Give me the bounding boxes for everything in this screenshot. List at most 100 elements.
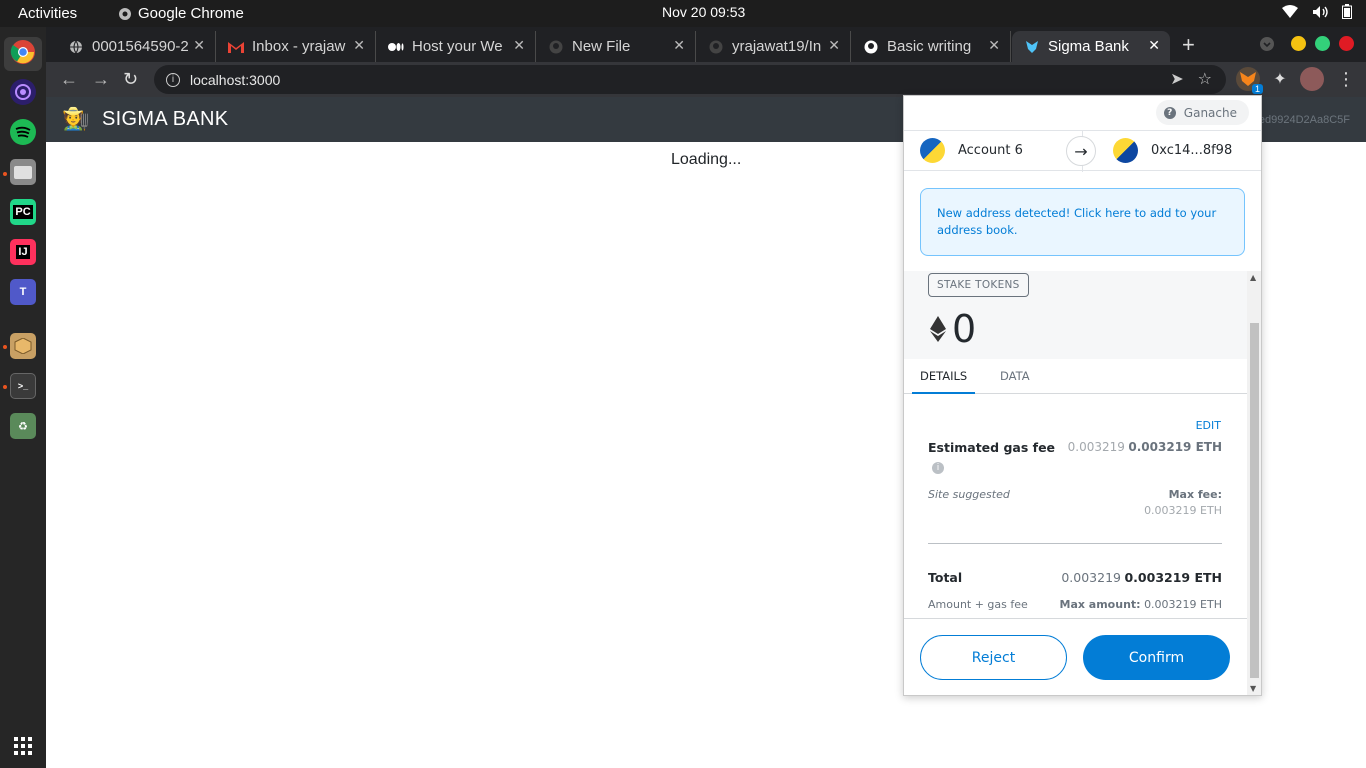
running-indicator (3, 345, 7, 349)
tab-data[interactable]: DATA (1000, 369, 1030, 383)
minimize-button[interactable] (1291, 36, 1306, 51)
tab-github-repo[interactable]: yrajawat19/In ✕ (696, 31, 851, 62)
metamask-icon (1024, 39, 1040, 55)
maximize-button[interactable] (1315, 36, 1330, 51)
close-icon[interactable]: ✕ (513, 37, 525, 54)
intellij-icon[interactable]: IJ (10, 239, 36, 265)
package-icon[interactable] (10, 333, 36, 359)
tab-basic-writing[interactable]: Basic writing ✕ (851, 31, 1011, 62)
help-icon: ? (1163, 106, 1176, 119)
popup-scrollbar[interactable]: ▲ ▼ (1247, 271, 1261, 695)
tab-new-file[interactable]: New File ✕ (536, 31, 696, 62)
forward-icon[interactable]: → (92, 69, 110, 90)
total-label: Total (928, 570, 963, 585)
pycharm-icon[interactable]: PC (10, 199, 36, 225)
spotify-icon[interactable] (10, 119, 36, 145)
running-indicator (3, 385, 7, 389)
detail-tabs: DETAILS DATA (904, 359, 1247, 394)
total-secondary: 0.003219 (1061, 570, 1121, 585)
tab-search-icon[interactable] (1260, 36, 1274, 51)
chrome-icon[interactable] (10, 39, 36, 65)
github-icon (548, 39, 564, 55)
reload-icon[interactable]: ↻ (123, 69, 138, 90)
new-address-alert[interactable]: New address detected! Click here to add … (920, 188, 1245, 256)
ubuntu-dock: PC IJ T >_ ♻ (0, 27, 46, 768)
github-icon (708, 39, 724, 55)
max-amount-label: Max amount: (1059, 598, 1141, 611)
activities-button[interactable]: Activities (18, 5, 77, 22)
tab-details[interactable]: DETAILS (912, 369, 976, 394)
close-icon[interactable]: ✕ (1148, 37, 1160, 54)
trash-icon[interactable]: ♻ (10, 413, 36, 439)
from-account[interactable]: Account 6 (958, 143, 1023, 158)
arrow-right-icon: → (1066, 136, 1096, 166)
metamask-popup: ? Ganache Account 6 → 0xc14...8f98 New a… (903, 95, 1262, 696)
max-fee-row: 0.003219 ETH (928, 504, 1222, 517)
scrollbar-thumb[interactable] (1250, 323, 1259, 678)
total-sub-row: Amount + gas fee Max amount: 0.003219 ET… (928, 598, 1222, 611)
close-icon[interactable]: ✕ (673, 37, 685, 54)
app-name: Google Chrome (138, 5, 244, 22)
back-icon[interactable]: ← (60, 69, 78, 90)
system-tray[interactable] (1282, 4, 1352, 19)
tab-title: yrajawat19/In (732, 38, 822, 55)
info-icon[interactable]: i (166, 72, 180, 87)
send-icon[interactable]: ➤ (1170, 69, 1183, 89)
scroll-down-icon[interactable]: ▼ (1250, 684, 1256, 693)
tab-title: Basic writing (887, 38, 972, 55)
bookmark-star-icon[interactable]: ☆ (1198, 69, 1212, 89)
site-brand[interactable]: SIGMA BANK (102, 108, 228, 131)
site-suggested-row: Site suggested Max fee: (928, 488, 1222, 501)
confirm-button[interactable]: Confirm (1083, 635, 1230, 680)
show-apps-icon[interactable] (10, 733, 36, 759)
method-badge: STAKE TOKENS (928, 273, 1029, 297)
gas-fee-label: Estimated gas fee (928, 440, 1056, 455)
close-icon[interactable]: ✕ (988, 37, 1000, 54)
ethereum-icon (930, 316, 946, 342)
amount-value: 0 (952, 307, 977, 351)
total-row: Total 0.003219 0.003219 ETH (928, 570, 1222, 585)
network-selector[interactable]: ? Ganache (1155, 100, 1249, 125)
extensions-puzzle-icon[interactable]: ✦ (1268, 67, 1292, 91)
tab-title: 0001564590-2 (92, 38, 189, 55)
tab-title: Host your We (412, 38, 503, 55)
tab-medium[interactable]: Host your We ✕ (376, 31, 536, 62)
metamask-extension-icon[interactable]: 1 (1236, 67, 1263, 94)
app-menu[interactable]: Google Chrome (118, 5, 244, 22)
clock[interactable]: Nov 20 09:53 (662, 4, 745, 20)
scroll-up-icon[interactable]: ▲ (1250, 273, 1256, 282)
extension-badge: 1 (1251, 84, 1263, 94)
account-address: 0ed9924D2Aa8C5F (1252, 114, 1350, 126)
max-amount: Max amount: 0.003219 ETH (1060, 598, 1223, 611)
system-top-bar: Activities Google Chrome Nov 20 09:53 (0, 0, 1366, 27)
reject-button[interactable]: Reject (920, 635, 1067, 680)
gmail-icon (228, 39, 244, 55)
address-bar[interactable]: i localhost:3000 ➤ ☆ (154, 65, 1226, 94)
total-primary: 0.003219 ETH (1124, 570, 1222, 585)
gas-fee-secondary: 0.003219 (1067, 440, 1125, 454)
new-tab-button[interactable]: + (1182, 32, 1195, 58)
gas-fee-row: Estimated gas fee 0.003219 0.003219 ETH (928, 440, 1222, 455)
tab-sec-filing[interactable]: 0001564590-2 ✕ (56, 31, 216, 62)
to-account[interactable]: 0xc14...8f98 (1151, 143, 1232, 158)
profile-avatar[interactable] (1300, 67, 1324, 91)
close-icon[interactable]: ✕ (353, 37, 365, 54)
browser-toolbar: ← → ↻ i localhost:3000 ➤ ☆ 1 ✦ ⋮ (46, 62, 1366, 97)
tab-strip: 0001564590-2 ✕ Inbox - yrajaw ✕ Host you… (46, 27, 1366, 62)
close-icon[interactable]: ✕ (193, 37, 205, 54)
gas-info-row: i (928, 460, 1222, 474)
kebab-menu-icon[interactable]: ⋮ (1334, 67, 1358, 91)
running-indicator (3, 172, 7, 176)
tab-sigma-bank[interactable]: Sigma Bank ✕ (1012, 31, 1170, 62)
close-window-button[interactable] (1339, 36, 1354, 51)
tor-browser-icon[interactable] (10, 79, 36, 105)
teams-icon[interactable]: T (10, 279, 36, 305)
tab-gmail[interactable]: Inbox - yrajaw ✕ (216, 31, 376, 62)
github-icon (863, 39, 879, 55)
info-circle-icon[interactable]: i (932, 462, 944, 474)
terminal-icon[interactable]: >_ (10, 373, 36, 399)
files-icon[interactable] (10, 159, 36, 185)
amount-gas-label: Amount + gas fee (928, 598, 1028, 611)
close-icon[interactable]: ✕ (828, 37, 840, 54)
edit-gas-link[interactable]: EDIT (1196, 419, 1221, 432)
